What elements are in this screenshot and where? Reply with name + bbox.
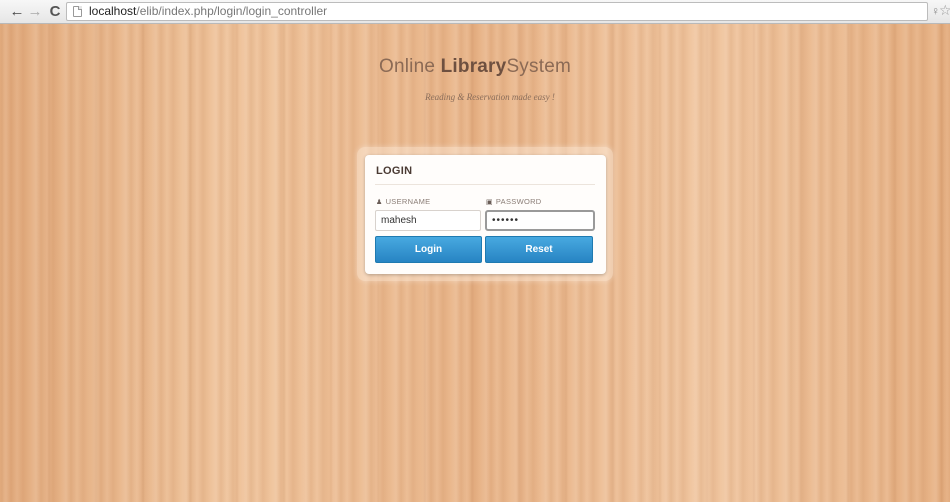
reset-button[interactable]: Reset	[485, 236, 593, 263]
site-title-part3: System	[506, 56, 571, 77]
site-title: Online LibrarySystem	[0, 56, 950, 78]
username-label-text: USERNAME	[385, 197, 431, 206]
site-tagline: Reading & Reservation made easy !	[425, 92, 555, 102]
url-host: localhost	[89, 4, 137, 18]
site-title-part2: Library	[440, 56, 507, 77]
address-bar[interactable]: localhost/elib/index.php/login/login_con…	[66, 2, 928, 21]
login-heading: LOGIN	[376, 165, 413, 177]
bookmark-star-icon[interactable]: ☆	[939, 2, 950, 19]
back-arrow-icon[interactable]: ←	[8, 2, 26, 22]
reload-icon[interactable]: C	[46, 2, 64, 22]
page-icon	[73, 6, 82, 17]
browser-toolbar: ← → C localhost/elib/index.php/login/log…	[0, 0, 950, 24]
url-path: /elib/index.php/login/login_controller	[136, 4, 328, 18]
password-label-text: PASSWORD	[495, 197, 542, 206]
card-divider	[375, 184, 595, 185]
browser-window: ← → C localhost/elib/index.php/login/log…	[0, 0, 950, 502]
login-button[interactable]: Login	[375, 236, 482, 263]
username-input[interactable]	[375, 210, 481, 231]
site-title-part1: Online	[379, 56, 441, 77]
username-label: ♟ USERNAME	[376, 197, 430, 206]
lock-icon: ▣	[486, 199, 493, 206]
login-card: LOGIN ♟USERNAME ▣PASSWORD Login Reset	[365, 155, 606, 274]
password-input[interactable]	[485, 210, 595, 231]
forward-arrow-icon[interactable]: →	[26, 2, 44, 22]
page-viewport: Online LibrarySystem Reading & Reservati…	[0, 24, 950, 502]
password-label: ▣ PASSWORD	[486, 197, 542, 206]
user-icon: ♟	[376, 199, 383, 206]
